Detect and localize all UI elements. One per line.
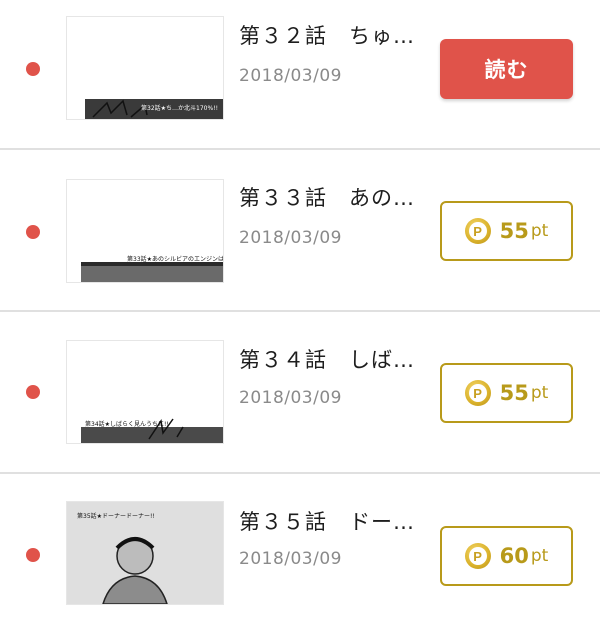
unread-dot (26, 62, 40, 76)
episode-row-33[interactable]: 第33話★あのシルビアのエンジンは!? 第３３話 あの… 2018/03/09 … (0, 150, 600, 310)
unread-dot (26, 385, 40, 399)
episode-row-35[interactable]: 第35話★ドーナードーナー!! 第３５話 ドー… 2018/03/09 P 60… (0, 474, 600, 620)
episode-thumbnail[interactable]: 第34話★しばらく見んうちに!! (66, 340, 224, 444)
points-unit: pt (530, 221, 549, 241)
episode-date: 2018/03/09 (239, 549, 342, 569)
episode-thumbnail[interactable]: 第32話★ち…か北斗170%!! (66, 16, 224, 120)
episode-title[interactable]: 第３２話 ちゅ… (239, 20, 429, 50)
episode-row-32[interactable]: 第32話★ち…か北斗170%!! 第３２話 ちゅ… 2018/03/09 読む (0, 0, 600, 148)
episode-thumbnail[interactable]: 第33話★あのシルビアのエンジンは!? (66, 179, 224, 283)
thumb-caption: 第33話★あのシルビアのエンジンは!? (127, 255, 223, 263)
points-value: 55 (499, 219, 529, 243)
episode-title[interactable]: 第３５話 ドー… (239, 506, 429, 536)
episode-thumbnail[interactable]: 第35話★ドーナードーナー!! (66, 501, 224, 605)
unread-dot (26, 548, 40, 562)
manga-page-image: 第32話★ち…か北斗170%!! (67, 17, 223, 119)
read-button[interactable]: 読む (440, 39, 573, 99)
points-value: 55 (499, 381, 529, 405)
manga-page-image: 第34話★しばらく見んうちに!! (67, 341, 223, 443)
thumb-caption: 第34話★しばらく見んうちに!! (85, 420, 169, 428)
unread-dot (26, 225, 40, 239)
manga-page-image: 第35話★ドーナードーナー!! (67, 502, 223, 604)
episode-list: 第32話★ち…か北斗170%!! 第３２話 ちゅ… 2018/03/09 読む … (0, 0, 600, 620)
purchase-points-button[interactable]: P 55 pt (440, 363, 573, 423)
episode-row-34[interactable]: 第34話★しばらく見んうちに!! 第３４話 しば… 2018/03/09 P 5… (0, 312, 600, 472)
episode-date: 2018/03/09 (239, 228, 342, 248)
episode-title[interactable]: 第３３話 あの… (239, 182, 429, 212)
thumb-caption: 第32話★ち…か北斗170%!! (141, 104, 218, 112)
point-coin-icon: P (464, 218, 491, 244)
points-unit: pt (530, 383, 549, 403)
thumb-caption: 第35話★ドーナードーナー!! (77, 512, 155, 520)
points-unit: pt (530, 546, 549, 566)
purchase-points-button[interactable]: P 60 pt (440, 526, 573, 586)
episode-date: 2018/03/09 (239, 388, 342, 408)
manga-page-image: 第33話★あのシルビアのエンジンは!? (67, 180, 223, 282)
points-value: 60 (499, 544, 529, 568)
point-coin-icon: P (464, 380, 491, 406)
point-coin-icon: P (464, 543, 491, 569)
purchase-points-button[interactable]: P 55 pt (440, 201, 573, 261)
episode-date: 2018/03/09 (239, 66, 342, 86)
episode-title[interactable]: 第３４話 しば… (239, 344, 429, 374)
